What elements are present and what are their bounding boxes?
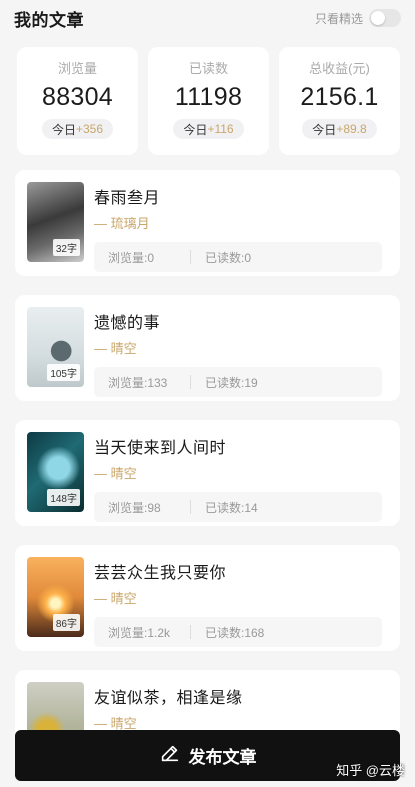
article-title: 芸芸众生我只要你 bbox=[94, 565, 227, 582]
article-metrics: 浏览量:1.2k 已读数:168 bbox=[94, 617, 382, 647]
word-count-badge: 32字 bbox=[52, 239, 80, 256]
article-views: 浏览量:98 bbox=[108, 500, 161, 515]
featured-filter-label: 只看精选 bbox=[314, 11, 363, 26]
article-reads: 已读数:168 bbox=[205, 625, 265, 640]
divider bbox=[190, 375, 191, 389]
divider bbox=[190, 625, 191, 639]
pencil-icon bbox=[159, 742, 181, 769]
article-list: 32字 春雨叁月 — 琉璃月 浏览量:0 已读数:0 105字 遗憾的事 — 晴… bbox=[0, 155, 415, 776]
article-views: 浏览量:133 bbox=[108, 375, 168, 390]
article-views: 浏览量:1.2k bbox=[108, 625, 171, 640]
article-author: — 晴空 bbox=[94, 341, 137, 356]
article-metrics: 浏览量:0 已读数:0 bbox=[94, 242, 382, 272]
stat-card-earnings: 总收益(元) 2156.1 今日 +89.8 bbox=[279, 47, 400, 155]
article-metrics: 浏览量:98 已读数:14 bbox=[94, 492, 382, 522]
stat-today-label: 今日 bbox=[51, 122, 76, 137]
article-reads: 已读数:14 bbox=[205, 500, 258, 515]
stat-today-label: 今日 bbox=[183, 122, 208, 137]
featured-toggle[interactable] bbox=[369, 9, 401, 27]
article-card[interactable]: 86字 芸芸众生我只要你 — 晴空 浏览量:1.2k 已读数:168 bbox=[15, 545, 400, 651]
watermark: 知乎 @云楼 bbox=[336, 763, 405, 778]
word-count-badge: 105字 bbox=[47, 364, 80, 381]
article-card[interactable]: 32字 春雨叁月 — 琉璃月 浏览量:0 已读数:0 bbox=[15, 170, 400, 276]
stat-value: 11198 bbox=[174, 83, 243, 111]
stat-label: 浏览量 bbox=[57, 61, 97, 76]
stat-card-reads: 已读数 11198 今日 +116 bbox=[148, 47, 269, 155]
article-cover-image: 32字 bbox=[27, 182, 84, 262]
article-info: 春雨叁月 — 琉璃月 浏览量:0 已读数:0 bbox=[94, 182, 382, 276]
stat-label: 总收益(元) bbox=[309, 61, 370, 76]
stat-today-label: 今日 bbox=[312, 122, 337, 137]
stat-today-increase: +116 bbox=[207, 122, 234, 136]
page-title: 我的文章 bbox=[14, 10, 84, 30]
article-views: 浏览量:0 bbox=[108, 250, 155, 265]
article-reads: 已读数:19 bbox=[205, 375, 258, 390]
article-info: 芸芸众生我只要你 — 晴空 浏览量:1.2k 已读数:168 bbox=[94, 557, 382, 651]
divider bbox=[190, 500, 191, 514]
article-author: — 琉璃月 bbox=[94, 216, 150, 231]
divider bbox=[190, 250, 191, 264]
article-reads: 已读数:0 bbox=[205, 250, 252, 265]
article-card[interactable]: 105字 遗憾的事 — 晴空 浏览量:133 已读数:19 bbox=[15, 295, 400, 401]
stat-value: 2156.1 bbox=[300, 83, 379, 111]
stat-today-increase: +89.8 bbox=[336, 122, 367, 136]
stat-today: 今日 +89.8 bbox=[302, 119, 377, 139]
stat-today: 今日 +356 bbox=[41, 119, 114, 139]
stat-today: 今日 +116 bbox=[173, 119, 244, 139]
stat-label: 已读数 bbox=[188, 61, 228, 76]
article-title: 友谊似茶，相逢是缘 bbox=[94, 690, 243, 707]
stat-today-increase: +356 bbox=[75, 122, 104, 136]
article-info: 遗憾的事 — 晴空 浏览量:133 已读数:19 bbox=[94, 307, 382, 401]
article-metrics: 浏览量:133 已读数:19 bbox=[94, 367, 382, 397]
article-author: — 晴空 bbox=[94, 591, 137, 606]
toggle-knob bbox=[371, 11, 385, 25]
publish-label: 发布文章 bbox=[188, 748, 257, 767]
article-title: 遗憾的事 bbox=[94, 315, 161, 332]
article-info: 当天使来到人间时 — 晴空 浏览量:98 已读数:14 bbox=[94, 432, 382, 526]
featured-filter[interactable]: 只看精选 bbox=[315, 9, 401, 27]
article-author: — 晴空 bbox=[94, 466, 137, 481]
header: 我的文章 只看精选 bbox=[0, 0, 415, 36]
stats-row: 浏览量 88304 今日 +356 已读数 11198 今日 +116 总收益(元)… bbox=[0, 36, 415, 155]
article-title: 春雨叁月 bbox=[94, 190, 161, 207]
article-cover-image: 148字 bbox=[27, 432, 84, 512]
stat-value: 88304 bbox=[41, 83, 114, 111]
word-count-badge: 148字 bbox=[47, 489, 80, 506]
stat-card-views: 浏览量 88304 今日 +356 bbox=[17, 47, 138, 155]
article-cover-image: 105字 bbox=[27, 307, 84, 387]
article-cover-image: 86字 bbox=[27, 557, 84, 637]
article-card[interactable]: 148字 当天使来到人间时 — 晴空 浏览量:98 已读数:14 bbox=[15, 420, 400, 526]
word-count-badge: 86字 bbox=[52, 614, 80, 631]
article-title: 当天使来到人间时 bbox=[94, 440, 227, 457]
